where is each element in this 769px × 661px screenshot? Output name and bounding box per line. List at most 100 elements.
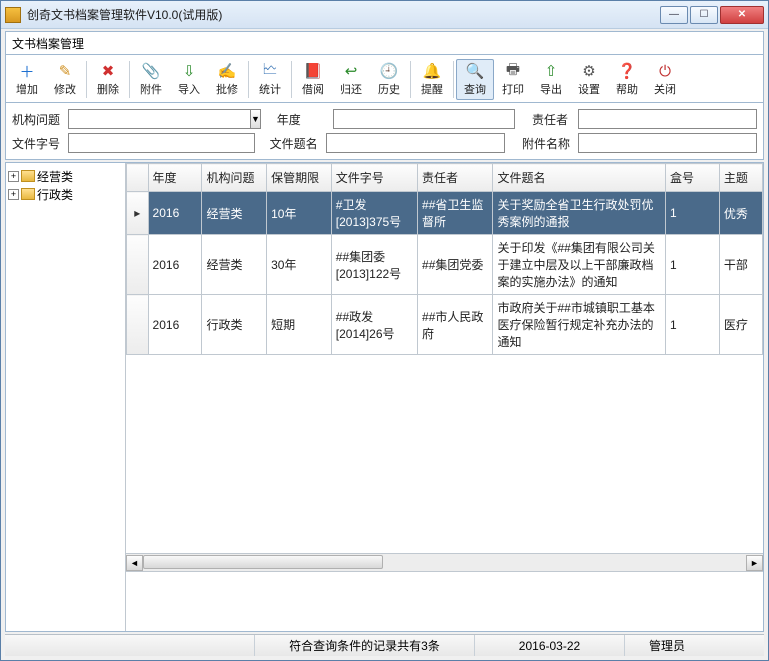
设置-icon: ⚙ bbox=[579, 62, 599, 80]
tool-label: 修改 bbox=[54, 81, 76, 97]
org-combo[interactable]: ▼ bbox=[68, 109, 253, 129]
scroll-right-icon[interactable]: ► bbox=[746, 555, 763, 571]
data-grid: 年度机构问题保管期限文件字号责任者文件题名盒号主题▸2016经营类10年#卫发[… bbox=[126, 163, 763, 553]
col-保管期限[interactable]: 保管期限 bbox=[267, 164, 332, 192]
year-input[interactable] bbox=[333, 109, 515, 129]
借阅-icon: 📕 bbox=[303, 62, 323, 80]
statusbar: 符合查询条件的记录共有3条 2016-03-22 管理员 bbox=[5, 634, 764, 656]
tree-label: 行政类 bbox=[37, 186, 73, 203]
status-user: 管理员 bbox=[625, 635, 764, 656]
tool-label: 附件 bbox=[140, 81, 162, 97]
scroll-thumb[interactable] bbox=[143, 555, 383, 569]
tool-label: 关闭 bbox=[654, 81, 676, 97]
org-input[interactable] bbox=[68, 109, 250, 129]
cell-period: 短期 bbox=[267, 295, 332, 355]
cell-person: ##集团党委 bbox=[418, 235, 493, 295]
tool-历史[interactable]: 🕘历史 bbox=[370, 59, 408, 100]
expand-icon[interactable]: + bbox=[8, 189, 19, 200]
table-row[interactable]: ▸2016经营类10年#卫发[2013]375号##省卫生监督所关于奖励全省卫生… bbox=[127, 192, 763, 235]
title-input[interactable] bbox=[326, 133, 505, 153]
删除-icon: ✖ bbox=[98, 62, 118, 80]
tool-归还[interactable]: ↩归还 bbox=[332, 59, 370, 100]
tree-item-经营类[interactable]: + 经营类 bbox=[8, 167, 123, 185]
maximize-button[interactable]: ☐ bbox=[690, 6, 718, 24]
tool-提醒[interactable]: 🔔提醒 bbox=[413, 59, 451, 100]
menu-item-archive[interactable]: 文书档案管理 bbox=[12, 35, 84, 52]
cell-title: 关于奖励全省卫生行政处罚优秀案例的通报 bbox=[493, 192, 665, 235]
cell-year: 2016 bbox=[148, 295, 202, 355]
col-责任者[interactable]: 责任者 bbox=[418, 164, 493, 192]
tool-增加[interactable]: ＋增加 bbox=[8, 59, 46, 100]
tool-批修[interactable]: ✍批修 bbox=[208, 59, 246, 100]
person-input[interactable] bbox=[578, 109, 757, 129]
col-机构问题[interactable]: 机构问题 bbox=[202, 164, 267, 192]
导入-icon: ⇩ bbox=[179, 62, 199, 80]
tool-label: 借阅 bbox=[302, 81, 324, 97]
window-controls: — ☐ ✕ bbox=[660, 6, 764, 24]
titlebar: 创奇文书档案管理软件V10.0(试用版) — ☐ ✕ bbox=[1, 1, 768, 29]
col-主题[interactable]: 主题 bbox=[719, 164, 762, 192]
detail-panel bbox=[126, 571, 763, 631]
cell-docno: #卫发[2013]375号 bbox=[331, 192, 417, 235]
cell-subject: 优秀 bbox=[719, 192, 762, 235]
col-年度[interactable]: 年度 bbox=[148, 164, 202, 192]
tool-删除[interactable]: ✖删除 bbox=[89, 59, 127, 100]
tool-设置[interactable]: ⚙设置 bbox=[570, 59, 608, 100]
col-文件题名[interactable]: 文件题名 bbox=[493, 164, 665, 192]
toolbar: ＋增加✎修改✖删除📎附件⇩导入✍批修🗠统计📕借阅↩归还🕘历史🔔提醒🔍查询🖶打印⇧… bbox=[5, 55, 764, 103]
org-dropdown-icon[interactable]: ▼ bbox=[250, 109, 261, 129]
tool-label: 导入 bbox=[178, 81, 200, 97]
tool-关闭[interactable]: ⏻关闭 bbox=[646, 59, 684, 100]
tool-label: 导出 bbox=[540, 81, 562, 97]
tree-item-行政类[interactable]: + 行政类 bbox=[8, 185, 123, 203]
menubar: 文书档案管理 bbox=[5, 31, 764, 55]
历史-icon: 🕘 bbox=[379, 62, 399, 80]
cell-box: 1 bbox=[665, 235, 719, 295]
table-row[interactable]: 2016经营类30年##集团委[2013]122号##集团党委关于印发《##集团… bbox=[127, 235, 763, 295]
col-盒号[interactable]: 盒号 bbox=[665, 164, 719, 192]
tree-panel: + 经营类 + 行政类 bbox=[6, 163, 126, 631]
cell-title: 关于印发《##集团有限公司关于建立中层及以上干部廉政档案的实施办法》的通知 bbox=[493, 235, 665, 295]
status-date: 2016-03-22 bbox=[475, 635, 625, 656]
tool-借阅[interactable]: 📕借阅 bbox=[294, 59, 332, 100]
horizontal-scrollbar[interactable]: ◄ ► bbox=[126, 553, 763, 571]
tool-帮助[interactable]: ❓帮助 bbox=[608, 59, 646, 100]
tool-附件[interactable]: 📎附件 bbox=[132, 59, 170, 100]
expand-icon[interactable]: + bbox=[8, 171, 19, 182]
attach-input[interactable] bbox=[578, 133, 757, 153]
增加-icon: ＋ bbox=[17, 62, 37, 80]
tool-label: 删除 bbox=[97, 81, 119, 97]
minimize-button[interactable]: — bbox=[660, 6, 688, 24]
tool-修改[interactable]: ✎修改 bbox=[46, 59, 84, 100]
tool-label: 打印 bbox=[502, 81, 524, 97]
status-blank bbox=[5, 635, 255, 656]
cell-subject: 医疗 bbox=[719, 295, 762, 355]
tool-导出[interactable]: ⇧导出 bbox=[532, 59, 570, 100]
帮助-icon: ❓ bbox=[617, 62, 637, 80]
cell-docno: ##政发[2014]26号 bbox=[331, 295, 417, 355]
main-body: + 经营类 + 行政类 年度机构问题保管期限文件字号责任者文件题名盒号主题▸2016经… bbox=[5, 162, 764, 632]
close-button[interactable]: ✕ bbox=[720, 6, 764, 24]
tool-label: 统计 bbox=[259, 81, 281, 97]
tool-统计[interactable]: 🗠统计 bbox=[251, 59, 289, 100]
统计-icon: 🗠 bbox=[260, 62, 280, 80]
cell-period: 30年 bbox=[267, 235, 332, 295]
col-文件字号[interactable]: 文件字号 bbox=[331, 164, 417, 192]
label-attach: 附件名称 bbox=[522, 135, 574, 152]
tool-打印[interactable]: 🖶打印 bbox=[494, 59, 532, 100]
app-window: 创奇文书档案管理软件V10.0(试用版) — ☐ ✕ 文书档案管理 ＋增加✎修改… bbox=[0, 0, 769, 661]
cell-box: 1 bbox=[665, 192, 719, 235]
tool-label: 归还 bbox=[340, 81, 362, 97]
docno-input[interactable] bbox=[68, 133, 255, 153]
cell-org: 经营类 bbox=[202, 235, 267, 295]
cell-period: 10年 bbox=[267, 192, 332, 235]
tool-导入[interactable]: ⇩导入 bbox=[170, 59, 208, 100]
cell-year: 2016 bbox=[148, 235, 202, 295]
scroll-track[interactable] bbox=[143, 555, 746, 571]
grid-table: 年度机构问题保管期限文件字号责任者文件题名盒号主题▸2016经营类10年#卫发[… bbox=[126, 163, 763, 355]
tool-查询[interactable]: 🔍查询 bbox=[456, 59, 494, 100]
scroll-left-icon[interactable]: ◄ bbox=[126, 555, 143, 571]
table-row[interactable]: 2016行政类短期##政发[2014]26号##市人民政府市政府关于##市城镇职… bbox=[127, 295, 763, 355]
tool-label: 提醒 bbox=[421, 81, 443, 97]
tree-label: 经营类 bbox=[37, 168, 73, 185]
